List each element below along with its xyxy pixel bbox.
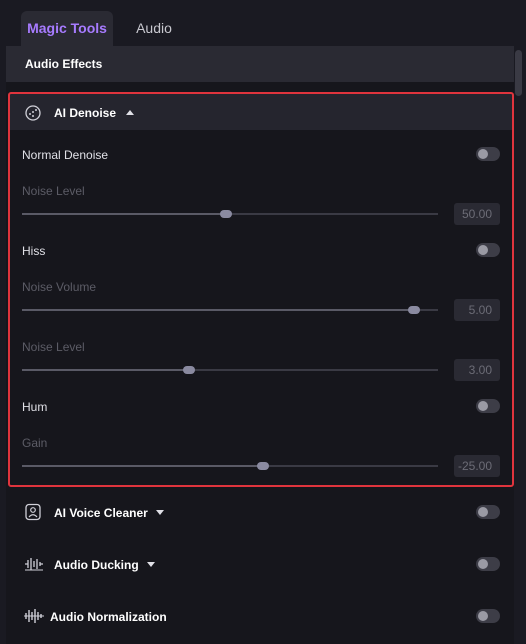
gain-label: Gain [22, 436, 48, 450]
noise-volume-value[interactable]: 5.00 [454, 299, 500, 321]
hiss-noise-level-value[interactable]: 3.00 [454, 359, 500, 381]
ai-voice-cleaner-toggle[interactable] [476, 505, 500, 519]
gain-value[interactable]: -25.00 [454, 455, 500, 477]
audio-ducking-label: Audio Ducking [54, 558, 139, 572]
normal-denoise-label: Normal Denoise [22, 148, 109, 162]
hiss-label: Hiss [22, 244, 46, 258]
noise-level-label: Noise Level [22, 184, 85, 198]
denoise-icon [25, 105, 41, 121]
noise-volume-label: Noise Volume [22, 280, 97, 294]
tab-bar: Magic Tools Audio [0, 0, 526, 46]
gain-slider-thumb[interactable] [257, 462, 269, 470]
audio-normalization-label: Audio Normalization [50, 610, 167, 624]
audio-normalization-icon [24, 609, 44, 623]
hiss-noise-level-slider[interactable] [22, 366, 438, 374]
noise-volume-slider-thumb[interactable] [408, 306, 420, 314]
noise-volume-slider[interactable] [22, 306, 438, 314]
chevron-down-icon[interactable] [147, 562, 155, 567]
ai-voice-cleaner-label: AI Voice Cleaner [54, 506, 148, 520]
chevron-down-icon[interactable] [156, 510, 164, 515]
normal-denoise-toggle[interactable] [476, 147, 500, 161]
voice-cleaner-icon [25, 503, 41, 521]
noise-level-slider[interactable] [22, 210, 438, 218]
scrollbar-track[interactable] [514, 46, 526, 644]
hiss-noise-level-label: Noise Level [22, 340, 85, 354]
audio-ducking-toggle[interactable] [476, 557, 500, 571]
audio-ducking-icon [25, 558, 43, 571]
noise-level-value[interactable]: 50.00 [454, 203, 500, 225]
tab-audio[interactable]: Audio [124, 11, 184, 46]
hum-toggle[interactable] [476, 399, 500, 413]
chevron-up-icon[interactable] [126, 110, 134, 115]
noise-level-slider-thumb[interactable] [220, 210, 232, 218]
audio-normalization-toggle[interactable] [476, 609, 500, 623]
hum-label: Hum [22, 400, 48, 414]
section-title: Audio Effects [25, 57, 103, 71]
gain-slider[interactable] [22, 462, 438, 470]
scrollbar-thumb[interactable] [515, 50, 522, 96]
audio-effects-header: Audio Effects [6, 46, 514, 82]
tab-magic-tools[interactable]: Magic Tools [21, 11, 113, 46]
hiss-toggle[interactable] [476, 243, 500, 257]
hiss-noise-level-slider-thumb[interactable] [183, 366, 195, 374]
ai-denoise-title: AI Denoise [54, 106, 117, 120]
